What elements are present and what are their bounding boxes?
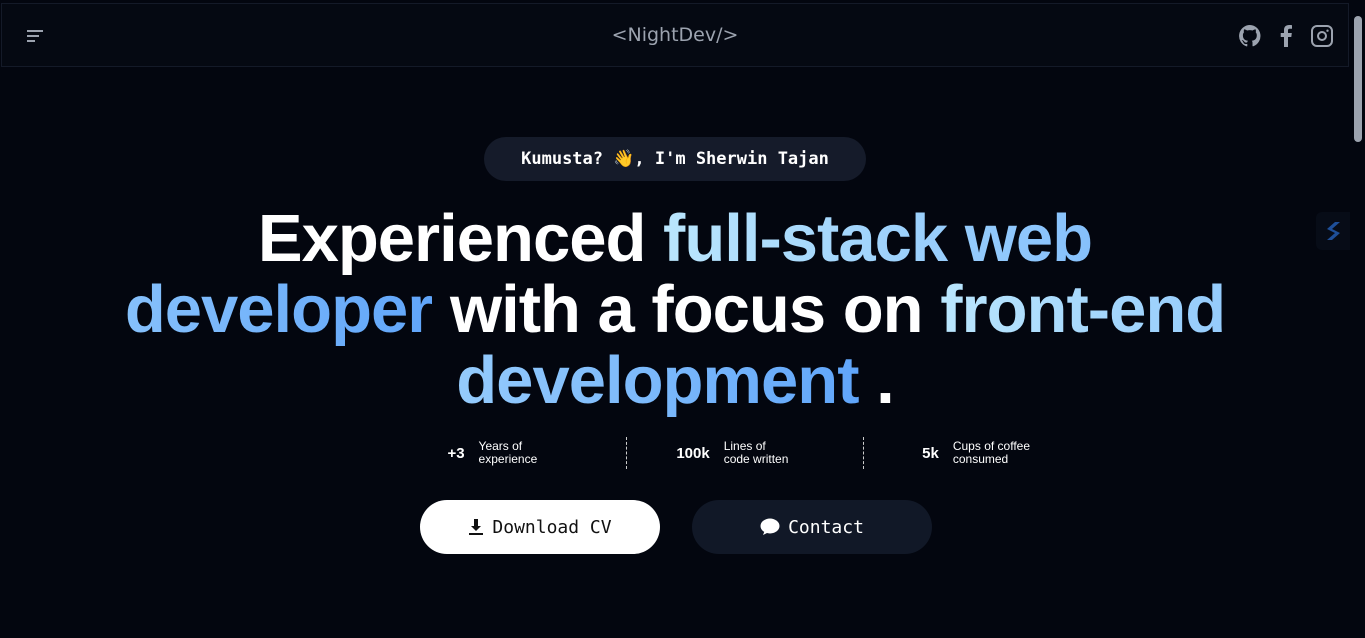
scrollbar-thumb[interactable] — [1354, 16, 1362, 142]
stat-label: Years of experience — [478, 439, 538, 466]
github-icon[interactable] — [1238, 24, 1262, 48]
headline-text: with a focus on — [432, 272, 941, 347]
contact-label: Contact — [788, 516, 864, 538]
headline-text: Experienced — [257, 201, 664, 276]
site-logo[interactable]: <NightDev/> — [612, 24, 739, 46]
hero-headline: Experienced full-stack web developer wit… — [100, 203, 1250, 416]
contact-button[interactable]: Contact — [692, 500, 932, 554]
download-cv-button[interactable]: Download CV — [420, 500, 660, 554]
menu-icon[interactable] — [27, 30, 43, 45]
navbar: <NightDev/> — [1, 3, 1349, 67]
greeting-badge: Kumusta? 👋, I'm Sherwin Tajan — [484, 137, 866, 181]
stacks-extension-icon[interactable] — [1316, 212, 1350, 250]
scrollbar[interactable] — [1350, 0, 1365, 638]
stats-row: +3 Years of experience 100k Lines of code wr… — [390, 437, 1101, 469]
stat-experience: +3 Years of experience — [390, 437, 627, 469]
chat-bubble-icon — [760, 518, 780, 535]
stat-value: 5k — [922, 444, 939, 462]
stat-value: +3 — [447, 444, 465, 462]
download-icon — [469, 519, 484, 535]
instagram-icon[interactable] — [1310, 24, 1334, 48]
stat-coffee: 5k Cups of coffee consumed — [864, 437, 1101, 469]
stat-value: 100k — [676, 444, 710, 462]
stat-label: Cups of coffee consumed — [952, 439, 1031, 466]
stat-label: Lines of code written — [723, 439, 789, 466]
facebook-icon[interactable] — [1274, 24, 1298, 48]
stat-lines: 100k Lines of code written — [627, 437, 864, 469]
download-label: Download CV — [492, 516, 612, 538]
headline-text: . — [858, 343, 895, 418]
